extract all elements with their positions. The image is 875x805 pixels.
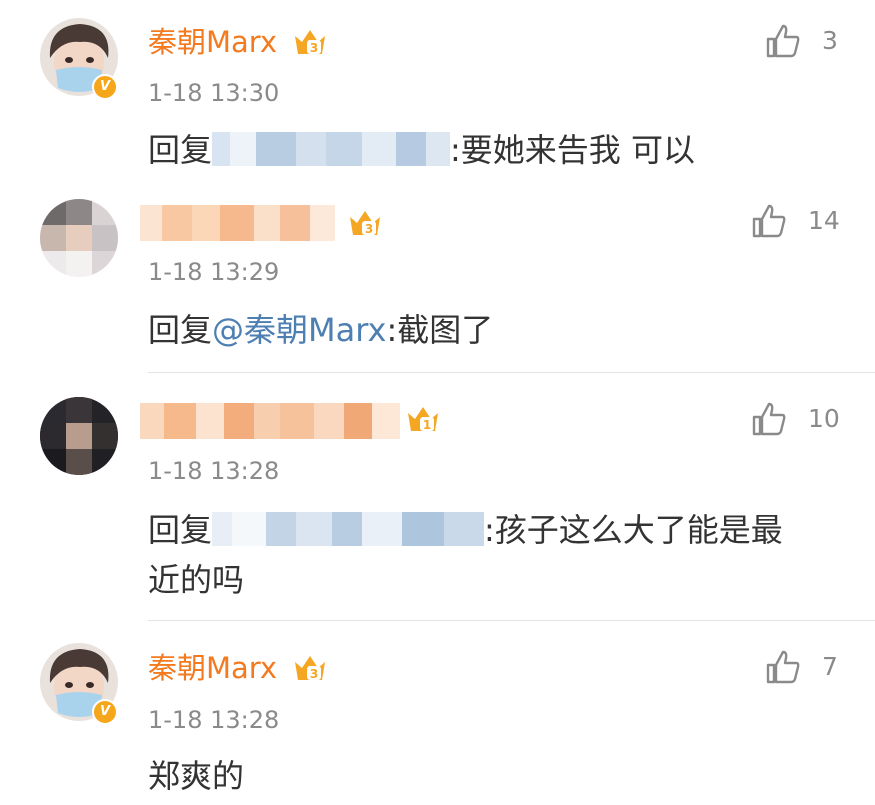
like-count: 3 [822,26,838,55]
blurred-mention[interactable] [212,132,451,166]
comment-body: :截图了 [386,311,494,349]
thumbs-up-icon [752,402,786,436]
verified-v-icon: V [92,699,118,725]
like-count: 14 [808,206,840,235]
thumbs-up-icon [766,24,800,58]
mention-link[interactable]: @秦朝Marx [212,311,386,349]
username[interactable]: 秦朝Marx [148,651,277,685]
vip-crown-icon: 3 [350,211,380,236]
like-button[interactable]: 3 [764,22,875,62]
verified-v-icon: V [92,74,118,100]
avatar[interactable] [40,199,118,277]
comment-text: 回复 :要她来告我 可以 [148,125,695,175]
vip-level: 3 [310,41,318,55]
thumbs-up-icon [766,650,800,684]
reply-prefix: 回复 [148,131,213,169]
reply-prefix: 回复 [148,511,213,549]
vip-crown-icon: 1 [408,407,438,432]
like-button[interactable]: 7 [764,648,875,688]
vip-level: 1 [423,418,431,432]
blurred-mention[interactable] [212,512,485,546]
like-button[interactable]: 14 [750,202,870,242]
comment-text: 郑爽的 [148,757,245,795]
comment-time: 1-18 13:28 [148,706,280,734]
comment-text: 回复@秦朝Marx:截图了 [148,305,493,355]
comment-item: V 秦朝Marx 3 1-18 13:30 3 回复 :要她来告我 可以 [0,0,875,200]
like-button[interactable]: 10 [750,400,870,440]
comment-item: 3 1-18 13:29 14 回复@秦朝Marx:截图了 [0,195,875,375]
comment-text-continued: 近的吗 [148,561,245,599]
comment-text: 回复 :孩子这么大了能是最 [148,505,783,555]
comment-time: 1-18 13:29 [148,258,280,286]
comment-item: 1 1-18 13:28 10 回复 :孩子这么大了能是最 近的吗 [0,373,875,618]
username[interactable]: 秦朝Marx [148,25,277,59]
vip-crown-icon: 3 [295,656,325,681]
comment-time: 1-18 13:28 [148,457,280,485]
blurred-username[interactable] [140,205,335,241]
like-count: 10 [808,404,840,433]
like-count: 7 [822,652,838,681]
comment-body: :要她来告我 可以 [450,131,695,169]
comment-time: 1-18 13:30 [148,79,280,107]
vip-level: 3 [365,222,373,236]
blurred-username[interactable] [140,403,400,439]
vip-crown-icon: 3 [295,30,325,55]
avatar[interactable] [40,397,118,475]
reply-prefix: 回复 [148,311,213,349]
thumbs-up-icon [752,204,786,238]
comment-item: V 秦朝Marx 3 1-18 13:28 7 郑爽的 [0,621,875,805]
vip-level: 3 [310,667,318,681]
comment-body: :孩子这么大了能是最 [484,511,783,549]
